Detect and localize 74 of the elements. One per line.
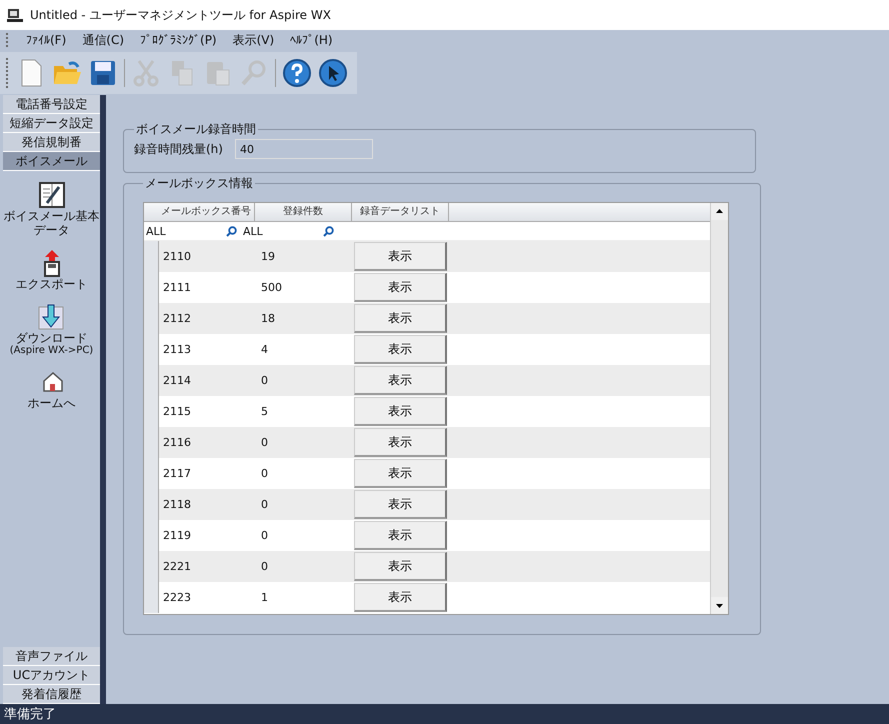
show-button[interactable]: 表示 — [354, 397, 447, 426]
show-button[interactable]: 表示 — [354, 490, 447, 519]
show-button[interactable]: 表示 — [354, 273, 447, 302]
menu-item[interactable]: ﾍﾙﾌﾟ(H) — [290, 33, 333, 47]
filter-field[interactable]: ALL — [144, 222, 241, 240]
download-icon[interactable] — [38, 303, 64, 331]
cursor-icon[interactable] — [318, 58, 348, 88]
sidebar-tab[interactable]: 音声ファイル — [3, 647, 100, 666]
scrollbar[interactable] — [710, 203, 728, 614]
show-button[interactable]: 表示 — [354, 459, 447, 488]
table-cell-text: 19 — [260, 249, 276, 265]
table-cell-text: 4 — [260, 342, 269, 358]
show-button[interactable]: 表示 — [354, 428, 447, 457]
show-button[interactable]: 表示 — [354, 583, 447, 612]
menu-item[interactable]: 通信(C) — [82, 32, 124, 48]
group-title: ボイスメール録音時間 — [135, 121, 257, 138]
sidebar-item-label[interactable]: ホームへ — [28, 396, 76, 410]
table-cell-text: 2113 — [162, 342, 192, 358]
app-icon — [6, 6, 24, 24]
menu-item[interactable]: ﾌﾟﾛｸﾞﾗﾐﾝｸﾞ(P) — [140, 33, 217, 47]
show-button[interactable]: 表示 — [354, 335, 447, 364]
menu-item[interactable]: 表示(V) — [232, 32, 274, 48]
sidebar-item-sublabel: (Aspire WX->PC) — [10, 345, 94, 356]
sidebar-tab[interactable]: 発着信履歴 — [3, 685, 100, 704]
sidebar-item-label[interactable]: ボイスメール基本データ — [3, 209, 100, 237]
group-title: メールボックス情報 — [144, 175, 254, 192]
table-cell-text: 500 — [260, 280, 283, 296]
sidebar-tab[interactable]: ボイスメール — [3, 152, 100, 171]
menu-item[interactable]: ﾌｧｲﾙ(F) — [26, 33, 66, 47]
table-cell-text: 18 — [260, 311, 276, 327]
table-cell-text: 2117 — [162, 466, 192, 482]
table-cell-text: 2119 — [162, 528, 192, 544]
show-button[interactable]: 表示 — [354, 304, 447, 333]
table-cell-text: 2111 — [162, 280, 192, 296]
sidebar-tab[interactable]: UCアカウント — [3, 666, 100, 685]
table-cell-text: 2114 — [162, 373, 192, 389]
column-header[interactable]: 登録件数 — [255, 203, 352, 221]
sidebar-item-label[interactable]: エクスポート — [16, 277, 88, 291]
table-cell-text: 1 — [260, 590, 269, 606]
remaining-time-field[interactable]: 40 — [234, 139, 373, 159]
sidebar-tab[interactable]: 電話番号設定 — [3, 95, 100, 114]
search-icon[interactable] — [226, 226, 237, 236]
table-cell-text: 2115 — [162, 404, 192, 420]
table-cell-text: 2112 — [162, 311, 192, 327]
help-icon[interactable] — [282, 58, 312, 88]
filter-field[interactable]: ALL — [241, 222, 338, 240]
notebook-icon[interactable] — [38, 181, 64, 209]
table-cell-text: 2116 — [162, 435, 192, 451]
show-button[interactable]: 表示 — [354, 521, 447, 550]
search-icon[interactable] — [323, 226, 334, 236]
status-text: 準備完了 — [4, 706, 56, 723]
table-cell-text: 5 — [260, 404, 269, 420]
show-button[interactable]: 表示 — [354, 242, 447, 271]
table-cell-text: 0 — [260, 559, 269, 575]
table-cell-text: 2110 — [162, 249, 192, 265]
show-button[interactable]: 表示 — [354, 366, 447, 395]
table-cell-text: 2223 — [162, 590, 192, 606]
sidebar-tab[interactable]: 短縮データ設定 — [3, 114, 100, 133]
table-cell-text: 0 — [260, 435, 269, 451]
table-cell-text: 0 — [260, 497, 269, 513]
column-header[interactable]: メールボックス番号 — [158, 203, 255, 221]
column-header[interactable]: 録音データリスト — [352, 203, 449, 221]
table-cell-text: 0 — [260, 528, 269, 544]
table-cell-text: 0 — [260, 466, 269, 482]
table-cell-text: 2118 — [162, 497, 192, 513]
row-header[interactable] — [144, 582, 159, 613]
sidebar-item-label[interactable]: ダウンロード — [15, 331, 88, 345]
show-button[interactable]: 表示 — [354, 552, 447, 581]
row-header[interactable] — [144, 241, 159, 272]
sidebar-tab[interactable]: 発信規制番 — [3, 133, 100, 152]
field-label: 録音時間残量(h) — [134, 140, 223, 158]
table-cell-text: 2221 — [162, 559, 192, 575]
window-title: Untitled - ユーザーマネジメントツール for Aspire WX — [30, 6, 331, 24]
table-cell-text: 0 — [260, 373, 269, 389]
